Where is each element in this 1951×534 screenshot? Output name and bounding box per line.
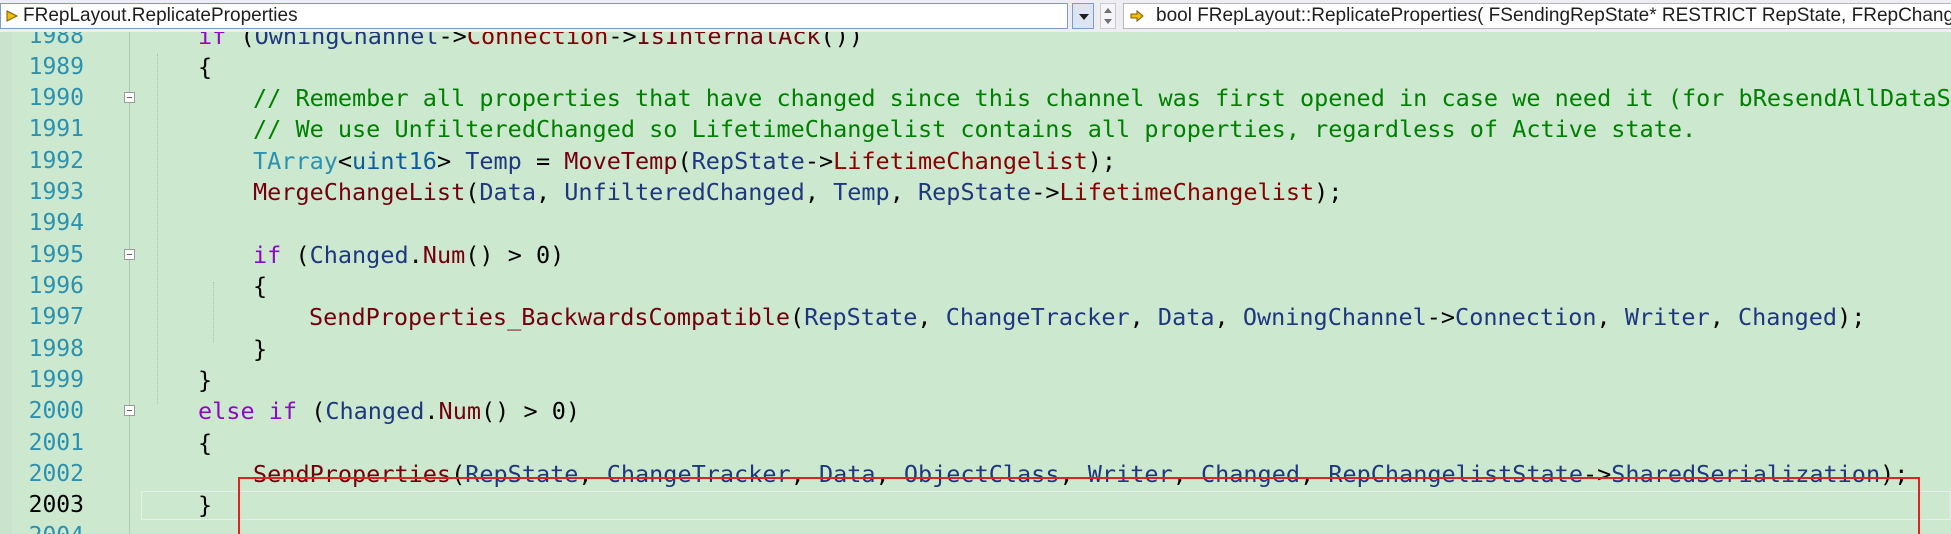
code-text: if (Changed.Num() > 0) xyxy=(253,241,565,269)
code-text: } xyxy=(253,335,268,363)
line-number: 1990 xyxy=(28,85,84,111)
line-number: 1995 xyxy=(28,242,84,268)
line-number: 2000 xyxy=(28,398,84,424)
navigation-bar: FRepLayout.ReplicateProperties bool FRep… xyxy=(0,0,1951,33)
line-number: 1994 xyxy=(28,210,84,236)
code-line: 1993 MergeChangeList(Data, UnfilteredCha… xyxy=(0,177,1951,208)
line-number: 2003 xyxy=(28,492,84,518)
code-line: 1995 if (Changed.Num() > 0) xyxy=(0,240,1951,271)
scope-dropdown[interactable]: FRepLayout.ReplicateProperties xyxy=(0,3,1068,29)
code-text: TArray<uint16> Temp = MoveTemp(RepState-… xyxy=(253,147,1117,175)
code-line: 1997 SendProperties_BackwardsCompatible(… xyxy=(0,302,1951,333)
code-comment: // We use UnfilteredChanged so LifetimeC… xyxy=(253,115,1697,143)
scope-dropdown-button[interactable] xyxy=(1072,3,1094,29)
code-editor[interactable]: 1988 if (OwningChannel->Connection->IsIn… xyxy=(0,32,1951,534)
line-number: 1991 xyxy=(28,116,84,142)
collapse-icon[interactable] xyxy=(124,249,135,260)
line-number: 2004 xyxy=(14,521,84,534)
line-number: 2001 xyxy=(28,430,84,456)
scope-dropdown-label: FRepLayout.ReplicateProperties xyxy=(23,5,298,26)
line-number: 1996 xyxy=(28,273,84,299)
code-line: 1994 xyxy=(0,208,1951,239)
collapse-icon[interactable] xyxy=(124,92,135,103)
code-line: 2000 else if (Changed.Num() > 0) xyxy=(0,396,1951,427)
code-text: SendProperties_BackwardsCompatible(RepSt… xyxy=(309,303,1866,331)
method-icon xyxy=(1130,9,1144,23)
line-number: 2002 xyxy=(28,461,84,487)
code-text: } xyxy=(198,366,213,394)
code-text: MergeChangeList(Data, UnfilteredChanged,… xyxy=(253,178,1343,206)
member-dropdown[interactable]: bool FRepLayout::ReplicateProperties( FS… xyxy=(1123,3,1951,29)
chevron-up-icon xyxy=(1104,8,1112,13)
code-line: 1989 { xyxy=(0,52,1951,83)
code-comment: // Remember all properties that have cha… xyxy=(253,84,1951,112)
navbar-splitter[interactable] xyxy=(1100,3,1116,29)
code-text: else if (Changed.Num() > 0) xyxy=(198,397,581,425)
code-text: { xyxy=(198,53,213,81)
line-number: 1993 xyxy=(28,179,84,205)
code-text: } xyxy=(198,491,213,519)
line-number: 1989 xyxy=(28,54,84,80)
code-line: 1992 TArray<uint16> Temp = MoveTemp(RepS… xyxy=(0,146,1951,177)
highlight-annotation-box xyxy=(238,477,1920,534)
line-number: 1997 xyxy=(28,304,84,330)
line-number: 1999 xyxy=(28,367,84,393)
code-text: { xyxy=(253,272,268,300)
code-text: { xyxy=(198,429,213,457)
code-line: 1990 // Remember all properties that hav… xyxy=(0,83,1951,114)
line-number: 1988 xyxy=(28,32,84,49)
code-line: 2001 { xyxy=(0,428,1951,459)
code-line: 1998 } xyxy=(0,334,1951,365)
collapse-icon[interactable] xyxy=(124,405,135,416)
class-member-icon xyxy=(6,10,19,22)
chevron-down-icon xyxy=(1104,19,1112,24)
member-dropdown-label: bool FRepLayout::ReplicateProperties( FS… xyxy=(1156,5,1951,26)
code-line: 1999 } xyxy=(0,365,1951,396)
line-number: 1992 xyxy=(28,148,84,174)
code-line: 1996 { xyxy=(0,271,1951,302)
code-line: 1988 if (OwningChannel->Connection->IsIn… xyxy=(0,32,1951,52)
code-text: if (OwningChannel->Connection->IsInterna… xyxy=(198,32,863,50)
line-number: 1998 xyxy=(28,336,84,362)
code-line: 1991 // We use UnfilteredChanged so Life… xyxy=(0,114,1951,145)
